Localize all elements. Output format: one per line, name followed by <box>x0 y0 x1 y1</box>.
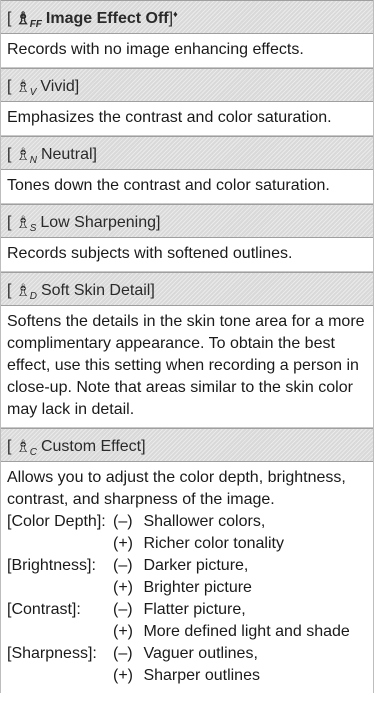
section-description: Records subjects with softened outlines. <box>1 238 373 272</box>
low-sharpening-icon: ♗S <box>15 213 37 234</box>
custom-effect-icon: ♗C <box>15 437 37 458</box>
setting-key: [Brightness]: <box>7 557 96 574</box>
section-description: Softens the details in the skin tone are… <box>1 306 373 428</box>
section-title: Custom Effect <box>40 438 142 455</box>
section-header-custom-effect: [♗C Custom Effect] <box>1 428 373 462</box>
section-description: Emphasizes the contrast and color satura… <box>1 102 373 136</box>
setting-minus: Vaguer outlines, <box>143 645 258 662</box>
section-description: Records with no image enhancing effects. <box>1 34 373 68</box>
section-description: Allows you to adjust the color depth, br… <box>7 469 346 508</box>
open-bracket: [ <box>7 10 12 27</box>
section-header-vivid: [♗V Vivid] <box>1 68 373 102</box>
setting-brightness: [Brightness]: (–) Darker picture, (+) Bri… <box>7 557 252 596</box>
setting-key: [Color Depth]: <box>7 513 106 530</box>
setting-color-depth: [Color Depth]: (–) Shallower colors, (+) … <box>7 513 284 552</box>
section-title: Soft Skin Detail <box>40 282 151 299</box>
section-header-low-sharpening: [♗S Low Sharpening] <box>1 204 373 238</box>
section-title: Neutral <box>40 146 93 163</box>
section-header-image-effect-off: [♗FF Image Effect Off]♦ <box>1 0 373 34</box>
section-title: Vivid <box>40 78 75 95</box>
custom-effect-body: Allows you to adjust the color depth, br… <box>1 462 373 693</box>
setting-sharpness: [Sharpness]: (–) Vaguer outlines, (+) Sha… <box>7 645 260 684</box>
setting-plus: Brighter picture <box>143 579 252 596</box>
section-header-neutral: [♗N Neutral] <box>1 136 373 170</box>
image-effect-icon: ♗FF <box>15 9 42 30</box>
neutral-icon: ♗N <box>15 145 37 166</box>
section-description: Tones down the contrast and color satura… <box>1 170 373 204</box>
section-title: Low Sharpening <box>40 214 157 231</box>
setting-plus: Sharper outlines <box>143 667 260 684</box>
section-title: Image Effect Off <box>45 10 169 27</box>
default-marker-icon: ♦ <box>173 9 178 19</box>
image-effect-table: [♗FF Image Effect Off]♦ Records with no i… <box>0 0 374 693</box>
setting-minus: Darker picture, <box>143 557 249 574</box>
setting-minus: Shallower colors, <box>143 513 266 530</box>
vivid-icon: ♗V <box>15 77 37 98</box>
setting-contrast: [Contrast]: (–) Flatter picture, (+) More… <box>7 601 350 640</box>
setting-key: [Sharpness]: <box>7 645 97 662</box>
soft-skin-detail-icon: ♗D <box>15 281 37 302</box>
setting-minus: Flatter picture, <box>143 601 246 618</box>
section-header-soft-skin-detail: [♗D Soft Skin Detail] <box>1 272 373 306</box>
setting-plus: Richer color tonality <box>143 535 284 552</box>
setting-plus: More defined light and shade <box>143 623 350 640</box>
setting-key: [Contrast]: <box>7 601 81 618</box>
